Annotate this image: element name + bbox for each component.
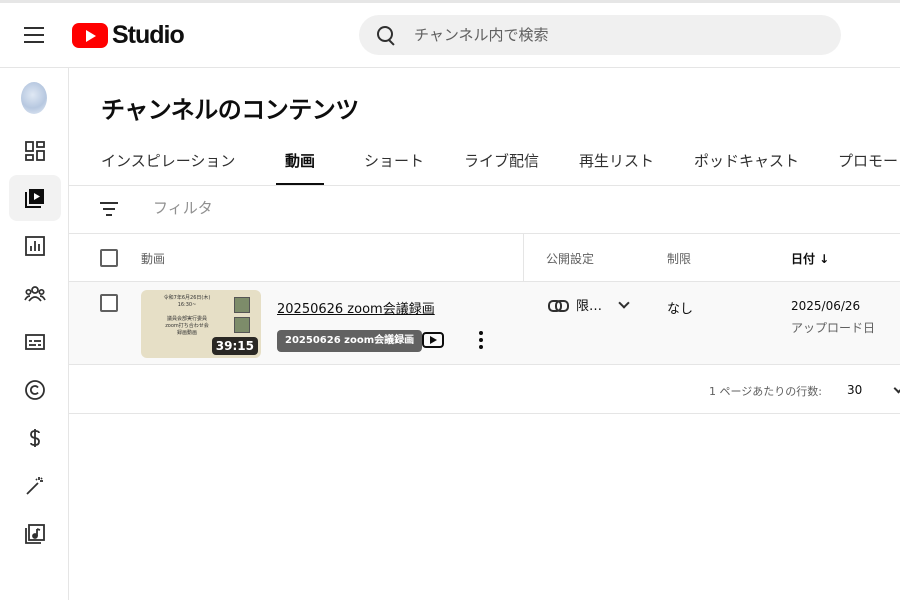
page-title: チャンネルのコンテンツ: [101, 96, 359, 124]
restriction-value: なし: [667, 302, 694, 317]
row-checkbox[interactable]: [100, 294, 118, 312]
thumbnail-photo: [234, 317, 250, 333]
sidebar-item-subtitles[interactable]: [9, 319, 61, 365]
content-icon: [25, 189, 44, 208]
table-header: 動画 公開設定 制限 日付 ↓: [69, 234, 900, 282]
link-icon: [548, 299, 569, 312]
channel-avatar[interactable]: [21, 82, 47, 114]
active-tab-indicator: [276, 183, 324, 185]
date-type-label: アップロード日: [791, 321, 876, 335]
dashboard-icon: [25, 141, 45, 161]
filter-input[interactable]: [153, 199, 353, 217]
logo-text: Studio: [112, 20, 185, 49]
search-input[interactable]: [414, 26, 814, 44]
select-all-checkbox[interactable]: [100, 249, 118, 267]
youtube-logo-icon: [72, 22, 108, 48]
video-title-link[interactable]: 20250626 zoom会議録画: [277, 298, 435, 317]
column-header-visibility[interactable]: 公開設定: [546, 250, 594, 267]
sidebar-item-customization[interactable]: [9, 463, 61, 509]
rows-per-page-select[interactable]: 30: [847, 383, 862, 397]
visibility-dropdown[interactable]: 限…: [548, 295, 630, 314]
title-tooltip: 20250626 zoom会議録画: [277, 330, 423, 352]
tab-promotions[interactable]: プロモー: [838, 150, 898, 171]
video-thumbnail[interactable]: 令和7年6月26日(木) 16:30~ 議員会部実行委員 zoom打ち合わせ会 …: [141, 290, 261, 358]
rows-per-page-label: 1 ページあたりの行数:: [709, 385, 822, 398]
audio-library-icon: [25, 524, 45, 544]
search-icon[interactable]: [376, 25, 396, 45]
chevron-down-icon: [618, 296, 630, 309]
column-header-video[interactable]: 動画: [141, 250, 165, 267]
top-bar: Studio: [0, 0, 900, 68]
tab-shorts[interactable]: ショート: [364, 150, 424, 171]
more-options-icon[interactable]: [477, 331, 485, 351]
magic-wand-icon: [26, 477, 43, 495]
tab-playlists[interactable]: 再生リスト: [579, 150, 654, 171]
chevron-down-icon[interactable]: [893, 383, 900, 394]
thumbnail-photo: [234, 297, 250, 313]
pagination-bar: 1 ページあたりの行数: 30: [69, 366, 900, 414]
tab-podcasts[interactable]: ポッドキャスト: [694, 150, 799, 171]
sidebar-item-community[interactable]: [9, 271, 61, 317]
sidebar-item-analytics[interactable]: [9, 223, 61, 269]
tab-inspiration[interactable]: インスピレーション: [101, 150, 235, 171]
copyright-icon: [25, 380, 45, 400]
date-value: 2025/06/26: [791, 299, 861, 313]
sidebar-item-audio-library[interactable]: [9, 511, 61, 557]
community-icon: [24, 286, 46, 302]
visibility-value: 限…: [576, 299, 603, 314]
analytics-icon: [25, 236, 45, 256]
table-row[interactable]: 令和7年6月26日(木) 16:30~ 議員会部実行委員 zoom打ち合わせ会 …: [69, 282, 900, 365]
subtitles-icon: [25, 334, 45, 350]
studio-logo[interactable]: Studio: [72, 20, 185, 49]
sidebar-item-copyright[interactable]: [9, 367, 61, 413]
filter-icon[interactable]: [100, 202, 118, 216]
earn-icon: [30, 429, 40, 447]
tab-live[interactable]: ライブ配信: [464, 150, 539, 171]
filter-bar: [69, 186, 900, 234]
column-header-date[interactable]: 日付 ↓: [791, 250, 829, 267]
menu-icon[interactable]: [24, 27, 44, 43]
column-header-restrictions[interactable]: 制限: [667, 250, 691, 267]
tab-videos[interactable]: 動画: [285, 150, 315, 171]
sidebar-item-dashboard[interactable]: [9, 128, 61, 174]
content-tabs: インスピレーション 動画 ショート ライブ配信 再生リスト ポッドキャスト プロ…: [69, 140, 900, 186]
thumbnail-text: 令和7年6月26日(木) 16:30~ 議員会部実行委員 zoom打ち合わせ会 …: [163, 295, 211, 336]
video-duration: 39:15: [211, 337, 258, 355]
sidebar: [0, 68, 69, 600]
search-bar[interactable]: [359, 15, 841, 55]
sidebar-item-content[interactable]: [9, 175, 61, 221]
sidebar-item-earn[interactable]: [9, 415, 61, 461]
view-on-youtube-icon[interactable]: [422, 332, 444, 348]
